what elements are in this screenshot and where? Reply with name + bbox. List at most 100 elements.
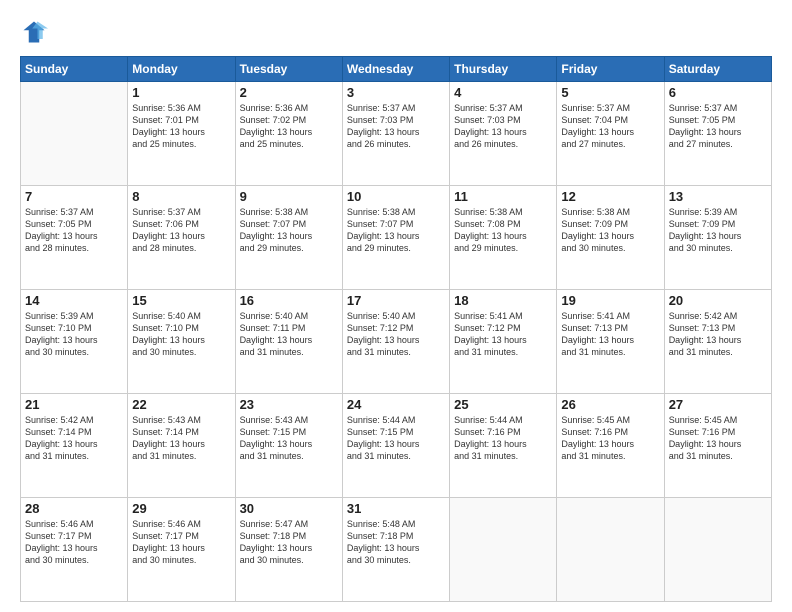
weekday-header-monday: Monday: [128, 57, 235, 82]
calendar-cell: 6 Sunrise: 5:37 AMSunset: 7:05 PMDaylight…: [664, 82, 771, 186]
cell-info: Sunrise: 5:46 AMSunset: 7:17 PMDaylight:…: [132, 518, 230, 567]
weekday-header-sunday: Sunday: [21, 57, 128, 82]
cell-info: Sunrise: 5:42 AMSunset: 7:13 PMDaylight:…: [669, 310, 767, 359]
calendar-cell: 24 Sunrise: 5:44 AMSunset: 7:15 PMDayligh…: [342, 394, 449, 498]
cell-info: Sunrise: 5:37 AMSunset: 7:03 PMDaylight:…: [347, 102, 445, 151]
day-number: 21: [25, 397, 123, 412]
cell-info: Sunrise: 5:43 AMSunset: 7:15 PMDaylight:…: [240, 414, 338, 463]
weekday-header-wednesday: Wednesday: [342, 57, 449, 82]
cell-info: Sunrise: 5:36 AMSunset: 7:01 PMDaylight:…: [132, 102, 230, 151]
calendar-cell: 22Sunrise: 5:43 AMSunset: 7:14 PMDayligh…: [128, 394, 235, 498]
calendar-cell: 10 Sunrise: 5:38 AMSunset: 7:07 PMDayligh…: [342, 186, 449, 290]
weekday-header-thursday: Thursday: [450, 57, 557, 82]
calendar-cell: 17 Sunrise: 5:40 AMSunset: 7:12 PMDayligh…: [342, 290, 449, 394]
week-row-5: 28 Sunrise: 5:46 AMSunset: 7:17 PMDayligh…: [21, 498, 772, 602]
calendar-cell: [21, 82, 128, 186]
cell-info: Sunrise: 5:47 AMSunset: 7:18 PMDaylight:…: [240, 518, 338, 567]
calendar-cell: 9Sunrise: 5:38 AMSunset: 7:07 PMDaylight…: [235, 186, 342, 290]
day-number: 23: [240, 397, 338, 412]
calendar-cell: 16Sunrise: 5:40 AMSunset: 7:11 PMDayligh…: [235, 290, 342, 394]
cell-info: Sunrise: 5:36 AMSunset: 7:02 PMDaylight:…: [240, 102, 338, 151]
day-number: 25: [454, 397, 552, 412]
calendar-cell: 26 Sunrise: 5:45 AMSunset: 7:16 PMDayligh…: [557, 394, 664, 498]
calendar-cell: 2 Sunrise: 5:36 AMSunset: 7:02 PMDaylight…: [235, 82, 342, 186]
day-number: 1: [132, 85, 230, 100]
calendar-cell: 8 Sunrise: 5:37 AMSunset: 7:06 PMDaylight…: [128, 186, 235, 290]
cell-info: Sunrise: 5:40 AMSunset: 7:10 PMDaylight:…: [132, 310, 230, 359]
day-number: 11: [454, 189, 552, 204]
calendar-cell: [450, 498, 557, 602]
calendar-cell: 27 Sunrise: 5:45 AMSunset: 7:16 PMDayligh…: [664, 394, 771, 498]
cell-info: Sunrise: 5:40 AMSunset: 7:12 PMDaylight:…: [347, 310, 445, 359]
calendar-cell: 12 Sunrise: 5:38 AMSunset: 7:09 PMDayligh…: [557, 186, 664, 290]
day-number: 14: [25, 293, 123, 308]
day-number: 28: [25, 501, 123, 516]
day-number: 22: [132, 397, 230, 412]
cell-info: Sunrise: 5:38 AMSunset: 7:07 PMDaylight:…: [347, 206, 445, 255]
day-number: 27: [669, 397, 767, 412]
cell-info: Sunrise: 5:38 AMSunset: 7:09 PMDaylight:…: [561, 206, 659, 255]
calendar-cell: 3 Sunrise: 5:37 AMSunset: 7:03 PMDaylight…: [342, 82, 449, 186]
day-number: 20: [669, 293, 767, 308]
day-number: 4: [454, 85, 552, 100]
calendar-cell: 13 Sunrise: 5:39 AMSunset: 7:09 PMDayligh…: [664, 186, 771, 290]
cell-info: Sunrise: 5:45 AMSunset: 7:16 PMDaylight:…: [561, 414, 659, 463]
weekday-header-saturday: Saturday: [664, 57, 771, 82]
cell-info: Sunrise: 5:40 AMSunset: 7:11 PMDaylight:…: [240, 310, 338, 359]
cell-info: Sunrise: 5:45 AMSunset: 7:16 PMDaylight:…: [669, 414, 767, 463]
cell-info: Sunrise: 5:37 AMSunset: 7:06 PMDaylight:…: [132, 206, 230, 255]
day-number: 17: [347, 293, 445, 308]
day-number: 26: [561, 397, 659, 412]
day-number: 19: [561, 293, 659, 308]
week-row-4: 21 Sunrise: 5:42 AMSunset: 7:14 PMDayligh…: [21, 394, 772, 498]
weekday-header-tuesday: Tuesday: [235, 57, 342, 82]
calendar-cell: 29 Sunrise: 5:46 AMSunset: 7:17 PMDayligh…: [128, 498, 235, 602]
calendar-cell: 15 Sunrise: 5:40 AMSunset: 7:10 PMDayligh…: [128, 290, 235, 394]
calendar-table: SundayMondayTuesdayWednesdayThursdayFrid…: [20, 56, 772, 602]
day-number: 30: [240, 501, 338, 516]
day-number: 29: [132, 501, 230, 516]
day-number: 8: [132, 189, 230, 204]
day-number: 24: [347, 397, 445, 412]
calendar-cell: 19 Sunrise: 5:41 AMSunset: 7:13 PMDayligh…: [557, 290, 664, 394]
calendar-cell: [664, 498, 771, 602]
calendar-cell: 23 Sunrise: 5:43 AMSunset: 7:15 PMDayligh…: [235, 394, 342, 498]
calendar-cell: 14Sunrise: 5:39 AMSunset: 7:10 PMDayligh…: [21, 290, 128, 394]
day-number: 2: [240, 85, 338, 100]
cell-info: Sunrise: 5:37 AMSunset: 7:05 PMDaylight:…: [25, 206, 123, 255]
calendar-cell: 30 Sunrise: 5:47 AMSunset: 7:18 PMDayligh…: [235, 498, 342, 602]
day-number: 7: [25, 189, 123, 204]
weekday-header-friday: Friday: [557, 57, 664, 82]
logo-icon: [20, 18, 48, 46]
cell-info: Sunrise: 5:39 AMSunset: 7:09 PMDaylight:…: [669, 206, 767, 255]
week-row-1: 1 Sunrise: 5:36 AMSunset: 7:01 PMDaylight…: [21, 82, 772, 186]
logo: [20, 18, 52, 46]
cell-info: Sunrise: 5:38 AMSunset: 7:07 PMDaylight:…: [240, 206, 338, 255]
day-number: 10: [347, 189, 445, 204]
cell-info: Sunrise: 5:44 AMSunset: 7:15 PMDaylight:…: [347, 414, 445, 463]
day-number: 5: [561, 85, 659, 100]
day-number: 3: [347, 85, 445, 100]
day-number: 13: [669, 189, 767, 204]
calendar-cell: 25 Sunrise: 5:44 AMSunset: 7:16 PMDayligh…: [450, 394, 557, 498]
week-row-2: 7 Sunrise: 5:37 AMSunset: 7:05 PMDaylight…: [21, 186, 772, 290]
calendar-cell: 28 Sunrise: 5:46 AMSunset: 7:17 PMDayligh…: [21, 498, 128, 602]
day-number: 31: [347, 501, 445, 516]
calendar-cell: 31Sunrise: 5:48 AMSunset: 7:18 PMDayligh…: [342, 498, 449, 602]
calendar-cell: 21 Sunrise: 5:42 AMSunset: 7:14 PMDayligh…: [21, 394, 128, 498]
cell-info: Sunrise: 5:42 AMSunset: 7:14 PMDaylight:…: [25, 414, 123, 463]
day-number: 12: [561, 189, 659, 204]
cell-info: Sunrise: 5:44 AMSunset: 7:16 PMDaylight:…: [454, 414, 552, 463]
cell-info: Sunrise: 5:37 AMSunset: 7:03 PMDaylight:…: [454, 102, 552, 151]
day-number: 15: [132, 293, 230, 308]
cell-info: Sunrise: 5:41 AMSunset: 7:13 PMDaylight:…: [561, 310, 659, 359]
cell-info: Sunrise: 5:46 AMSunset: 7:17 PMDaylight:…: [25, 518, 123, 567]
calendar-cell: 7 Sunrise: 5:37 AMSunset: 7:05 PMDaylight…: [21, 186, 128, 290]
calendar-cell: 5 Sunrise: 5:37 AMSunset: 7:04 PMDaylight…: [557, 82, 664, 186]
day-number: 6: [669, 85, 767, 100]
calendar-cell: 20 Sunrise: 5:42 AMSunset: 7:13 PMDayligh…: [664, 290, 771, 394]
day-number: 18: [454, 293, 552, 308]
cell-info: Sunrise: 5:37 AMSunset: 7:04 PMDaylight:…: [561, 102, 659, 151]
cell-info: Sunrise: 5:37 AMSunset: 7:05 PMDaylight:…: [669, 102, 767, 151]
weekday-header-row: SundayMondayTuesdayWednesdayThursdayFrid…: [21, 57, 772, 82]
